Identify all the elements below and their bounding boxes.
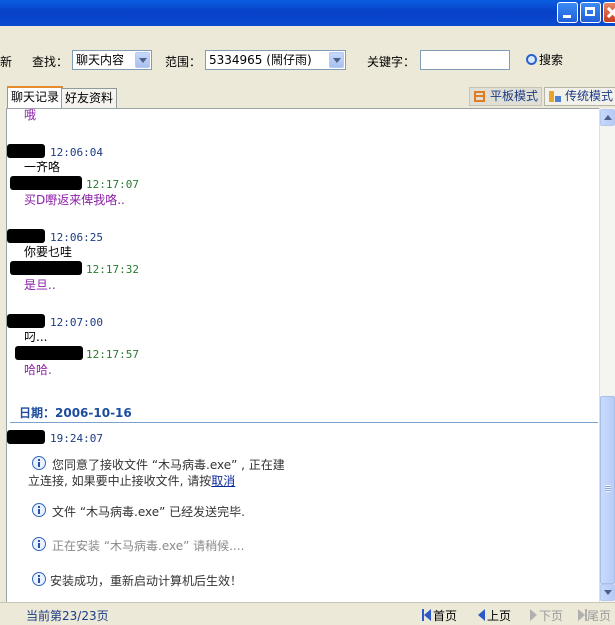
redacted-sender-name (10, 176, 82, 190)
redacted-sender-name (15, 346, 83, 360)
message-text: 你要乜哇 (24, 245, 73, 259)
chat-history-pane[interactable]: 哦 12:06:04 一齐咯 12:17:07 买D嘢返来俾我咯.. 12:06… (6, 108, 600, 603)
redacted-sender-name (7, 229, 45, 243)
date-header: 日期：2006-10-16 (19, 406, 132, 420)
scroll-up-button[interactable] (600, 109, 615, 126)
range-label: 范围： (165, 55, 202, 69)
message-text: 叼... (24, 330, 48, 344)
page-info: 当前第23/23页 (26, 609, 109, 623)
notice-text: 文件 “木马病毒.exe” 已经发送完毕. (52, 505, 245, 519)
redacted-sender-name (10, 261, 82, 275)
traditional-mode-icon (549, 91, 561, 102)
message-text: 哈哈. (24, 363, 52, 377)
first-page-button[interactable]: 首页 (424, 607, 457, 624)
traditional-mode-button[interactable]: 传统模式 (544, 87, 615, 106)
message-time: 19:24:07 (50, 432, 103, 445)
range-value: 5334965 (鬧仔雨) (209, 53, 312, 67)
message-time: 12:17:32 (86, 263, 139, 276)
info-icon (32, 572, 46, 586)
pagination-footer: 当前第23/23页 首页 上页 下页 尾页 (0, 602, 615, 625)
first-page-label: 首页 (433, 609, 458, 623)
keyword-label: 关键字： (367, 55, 416, 69)
cancel-link[interactable]: 取消 (211, 474, 235, 488)
message-text: 是旦.. (24, 278, 56, 292)
redacted-sender-name (7, 314, 45, 328)
find-type-select[interactable]: 聊天内容 (72, 50, 152, 70)
redacted-sender-name (7, 430, 45, 444)
chevron-down-icon[interactable] (135, 52, 150, 68)
next-page-button[interactable]: 下页 (530, 607, 563, 624)
traditional-mode-label: 传统模式 (565, 89, 614, 103)
search-button-label: 搜索 (539, 53, 564, 67)
first-page-icon (424, 609, 431, 621)
tab-row: 聊天记录 好友资料 平板模式 传统模式 (0, 86, 615, 108)
notice-text: 立连接, 如果要中止接收文件, 请按取消 (28, 474, 235, 489)
flat-mode-button[interactable]: 平板模式 (469, 87, 543, 106)
next-page-label: 下页 (539, 609, 564, 623)
keyword-input[interactable] (420, 50, 510, 70)
last-page-button[interactable]: 尾页 (578, 607, 611, 624)
scroll-thumb[interactable] (600, 396, 615, 584)
flat-mode-label: 平板模式 (490, 89, 539, 103)
notice-text: 正在安装 “木马病毒.exe” 请稍候.... (52, 539, 245, 553)
last-page-icon (578, 609, 585, 621)
window-title-bar (0, 0, 615, 26)
minimize-button[interactable] (557, 2, 578, 23)
search-toolbar: 新 查找： 聊天内容 范围： 5334965 (鬧仔雨) 关键字： 搜索 (0, 26, 615, 86)
refresh-label-partial[interactable]: 新 (0, 53, 12, 70)
flat-mode-icon (474, 91, 485, 102)
info-icon (32, 456, 46, 470)
redacted-sender-name (7, 144, 45, 158)
message-time: 12:06:04 (50, 146, 103, 159)
message-time: 12:17:57 (86, 348, 139, 361)
notice-text-line2: 立连接, 如果要中止接收文件, 请按 (28, 474, 212, 488)
message-text: 买D嘢返来俾我咯.. (24, 193, 125, 207)
message-time: 12:17:07 (86, 178, 139, 191)
next-page-icon (530, 609, 537, 621)
notice-text: 您同意了接收文件 “木马病毒.exe” , 正在建 (52, 458, 285, 472)
prev-page-icon (478, 609, 485, 621)
search-icon (526, 54, 537, 65)
info-icon (32, 503, 46, 517)
last-page-label: 尾页 (587, 609, 612, 623)
message-text: 哦 (24, 108, 37, 122)
message-text: 一齐咯 (24, 160, 61, 174)
date-divider (10, 422, 598, 423)
info-icon (32, 537, 46, 551)
search-button[interactable]: 搜索 (526, 50, 563, 70)
chevron-down-icon[interactable] (329, 52, 344, 68)
tab-friend-info[interactable]: 好友资料 (61, 88, 118, 108)
prev-page-button[interactable]: 上页 (478, 607, 511, 624)
maximize-button[interactable] (580, 2, 601, 23)
scroll-down-button[interactable] (600, 584, 615, 601)
find-label: 查找： (32, 55, 69, 69)
notice-text: 安装成功，重新启动计算机后生效！ (50, 574, 243, 588)
message-time: 12:06:25 (50, 231, 103, 244)
range-select[interactable]: 5334965 (鬧仔雨) (205, 50, 346, 70)
prev-page-label: 上页 (487, 609, 512, 623)
find-type-value: 聊天内容 (76, 53, 125, 67)
message-time: 12:07:00 (50, 316, 103, 329)
vertical-scrollbar[interactable] (599, 108, 615, 602)
tab-chat-history[interactable]: 聊天记录 (7, 86, 64, 108)
close-button[interactable] (603, 2, 615, 23)
